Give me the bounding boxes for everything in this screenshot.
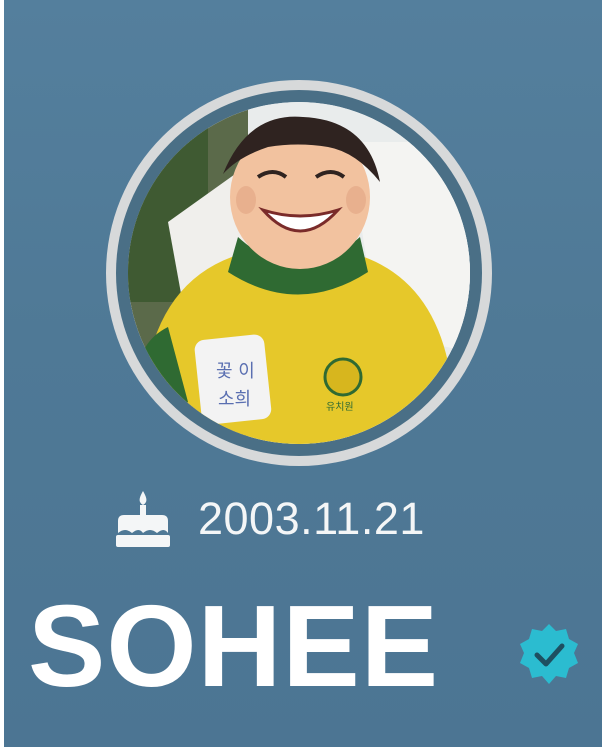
avatar-border: 꽃 이 소희 유치원 <box>116 90 482 456</box>
svg-text:유치원: 유치원 <box>326 401 354 413</box>
cake-icon <box>116 491 170 547</box>
profile-card: 꽃 이 소희 유치원 2003.11.21 SOHEE <box>4 0 602 747</box>
svg-text:소희: 소희 <box>218 389 251 410</box>
avatar[interactable]: 꽃 이 소희 유치원 <box>106 80 492 466</box>
profile-name: SOHEE <box>28 581 440 711</box>
birthday-date: 2003.11.21 <box>198 493 425 544</box>
svg-text:꽃 이: 꽃 이 <box>216 361 255 382</box>
birthday-row: 2003.11.21 <box>114 484 425 554</box>
verified-badge-icon <box>520 624 578 684</box>
profile-photo: 꽃 이 소희 유치원 <box>128 102 470 444</box>
child-photo-illustration: 꽃 이 소희 유치원 <box>128 102 470 444</box>
